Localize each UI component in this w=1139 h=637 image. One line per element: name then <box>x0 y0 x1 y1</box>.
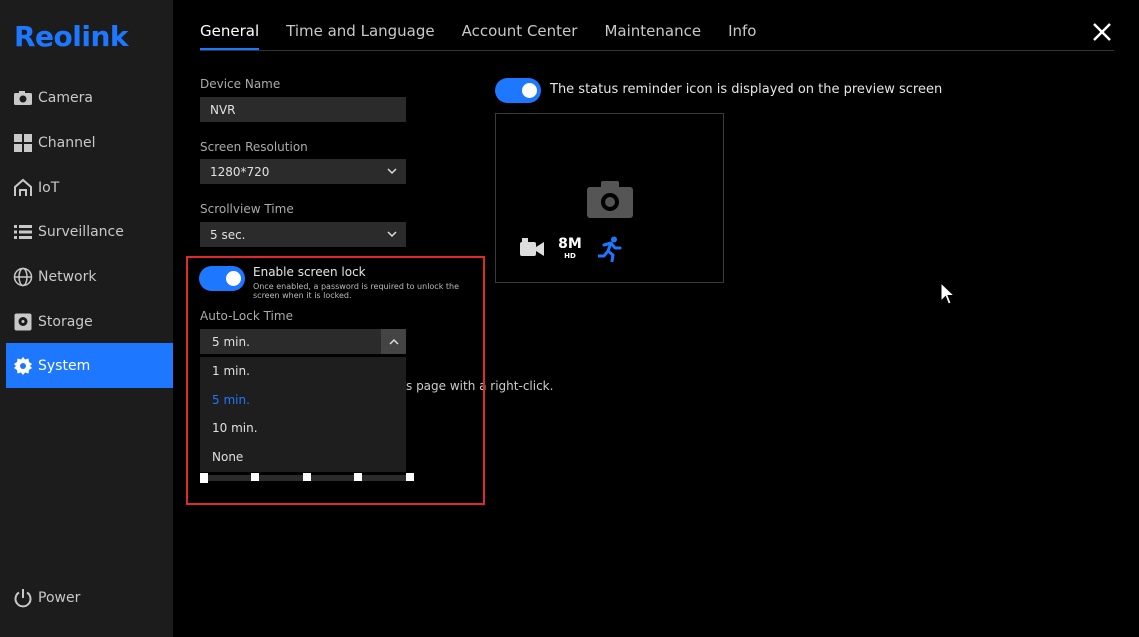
sidebar-item-camera[interactable]: Camera <box>6 75 173 120</box>
sidebar-item-label: Channel <box>38 134 96 151</box>
record-icon <box>520 238 544 256</box>
scrollview-time-label: Scrollview Time <box>200 202 294 216</box>
sidebar-item-label: Storage <box>38 313 93 330</box>
mouse-cursor-icon <box>940 282 956 305</box>
grid-icon <box>13 133 33 153</box>
auto-lock-time-label: Auto-Lock Time <box>200 309 293 323</box>
dropdown-option-5-min[interactable]: 5 min. <box>200 386 406 415</box>
dropdown-option-10-min[interactable]: 10 min. <box>200 414 406 443</box>
list-icon <box>13 222 33 242</box>
power-label: Power <box>38 590 81 606</box>
preview-box: 8M HD <box>495 113 724 283</box>
chevron-up-icon[interactable] <box>381 329 406 354</box>
motion-person-icon <box>598 236 622 262</box>
tab-maintenance[interactable]: Maintenance <box>604 22 701 50</box>
screen-resolution-label: Screen Resolution <box>200 140 308 154</box>
sidebar-item-label: Camera <box>38 89 93 106</box>
reolink-logo: Reolink <box>14 20 129 53</box>
home-icon <box>13 178 33 198</box>
storage-icon <box>13 312 33 332</box>
scrollview-time-select[interactable]: 5 sec. <box>200 222 406 247</box>
tab-info[interactable]: Info <box>728 22 756 50</box>
gear-icon <box>13 356 33 376</box>
tab-divider <box>200 50 1114 51</box>
sidebar-item-label: Surveillance <box>38 223 124 240</box>
screen-lock-title: Enable screen lock <box>253 265 366 279</box>
screen-resolution-value: 1280*720 <box>210 164 270 179</box>
screen-lock-description: Once enabled, a password is required to … <box>253 282 460 300</box>
auto-lock-time-value: 5 min. <box>212 334 250 349</box>
dropdown-option-1-min[interactable]: 1 min. <box>200 357 406 386</box>
sidebar-item-channel[interactable]: Channel <box>6 120 173 165</box>
screen-resolution-select[interactable]: 1280*720 <box>200 159 406 184</box>
sidebar-item-surveillance[interactable]: Surveillance <box>6 209 173 254</box>
camera-icon <box>13 88 33 108</box>
auto-lock-time-dropdown: 1 min. 5 min. 10 min. None <box>200 357 406 472</box>
chevron-down-icon <box>387 231 397 238</box>
resolution-badge-value: 8M <box>558 236 582 252</box>
hd-badge: HD <box>564 252 576 260</box>
camera-placeholder-icon <box>587 181 633 218</box>
device-name-field[interactable]: NVR <box>200 97 406 122</box>
globe-icon <box>13 267 33 287</box>
slider-tick <box>354 473 362 481</box>
chevron-down-icon <box>387 168 397 175</box>
settings-tabs: General Time and Language Account Center… <box>200 22 783 50</box>
sidebar: Reolink Camera Channel IoT Surveillance … <box>0 0 173 637</box>
screen-lock-toggle[interactable] <box>199 266 245 291</box>
dropdown-option-none[interactable]: None <box>200 443 406 472</box>
tab-account-center[interactable]: Account Center <box>462 22 578 50</box>
slider-tick <box>406 473 414 481</box>
status-reminder-label: The status reminder icon is displayed on… <box>550 82 943 97</box>
tab-general[interactable]: General <box>200 22 260 50</box>
sidebar-item-iot[interactable]: IoT <box>6 165 173 210</box>
slider-tick <box>303 473 311 481</box>
sidebar-item-network[interactable]: Network <box>6 254 173 299</box>
sidebar-item-label: IoT <box>38 179 60 196</box>
slider-tick <box>251 473 259 481</box>
sidebar-item-storage[interactable]: Storage <box>6 299 173 344</box>
auto-lock-time-select[interactable]: 5 min. <box>200 329 406 354</box>
power-button[interactable]: Power <box>13 588 80 608</box>
tab-time-and-language[interactable]: Time and Language <box>286 22 435 50</box>
sidebar-item-system[interactable]: System <box>6 343 173 388</box>
close-icon[interactable] <box>1090 20 1114 44</box>
sidebar-item-label: System <box>38 357 91 374</box>
power-icon <box>13 588 33 608</box>
scrollview-time-value: 5 sec. <box>210 227 246 242</box>
slider-handle[interactable] <box>200 473 208 483</box>
status-reminder-toggle[interactable] <box>495 78 541 103</box>
device-name-label: Device Name <box>200 77 281 91</box>
resolution-badge: 8M HD <box>558 236 582 261</box>
sidebar-item-label: Network <box>38 268 97 285</box>
